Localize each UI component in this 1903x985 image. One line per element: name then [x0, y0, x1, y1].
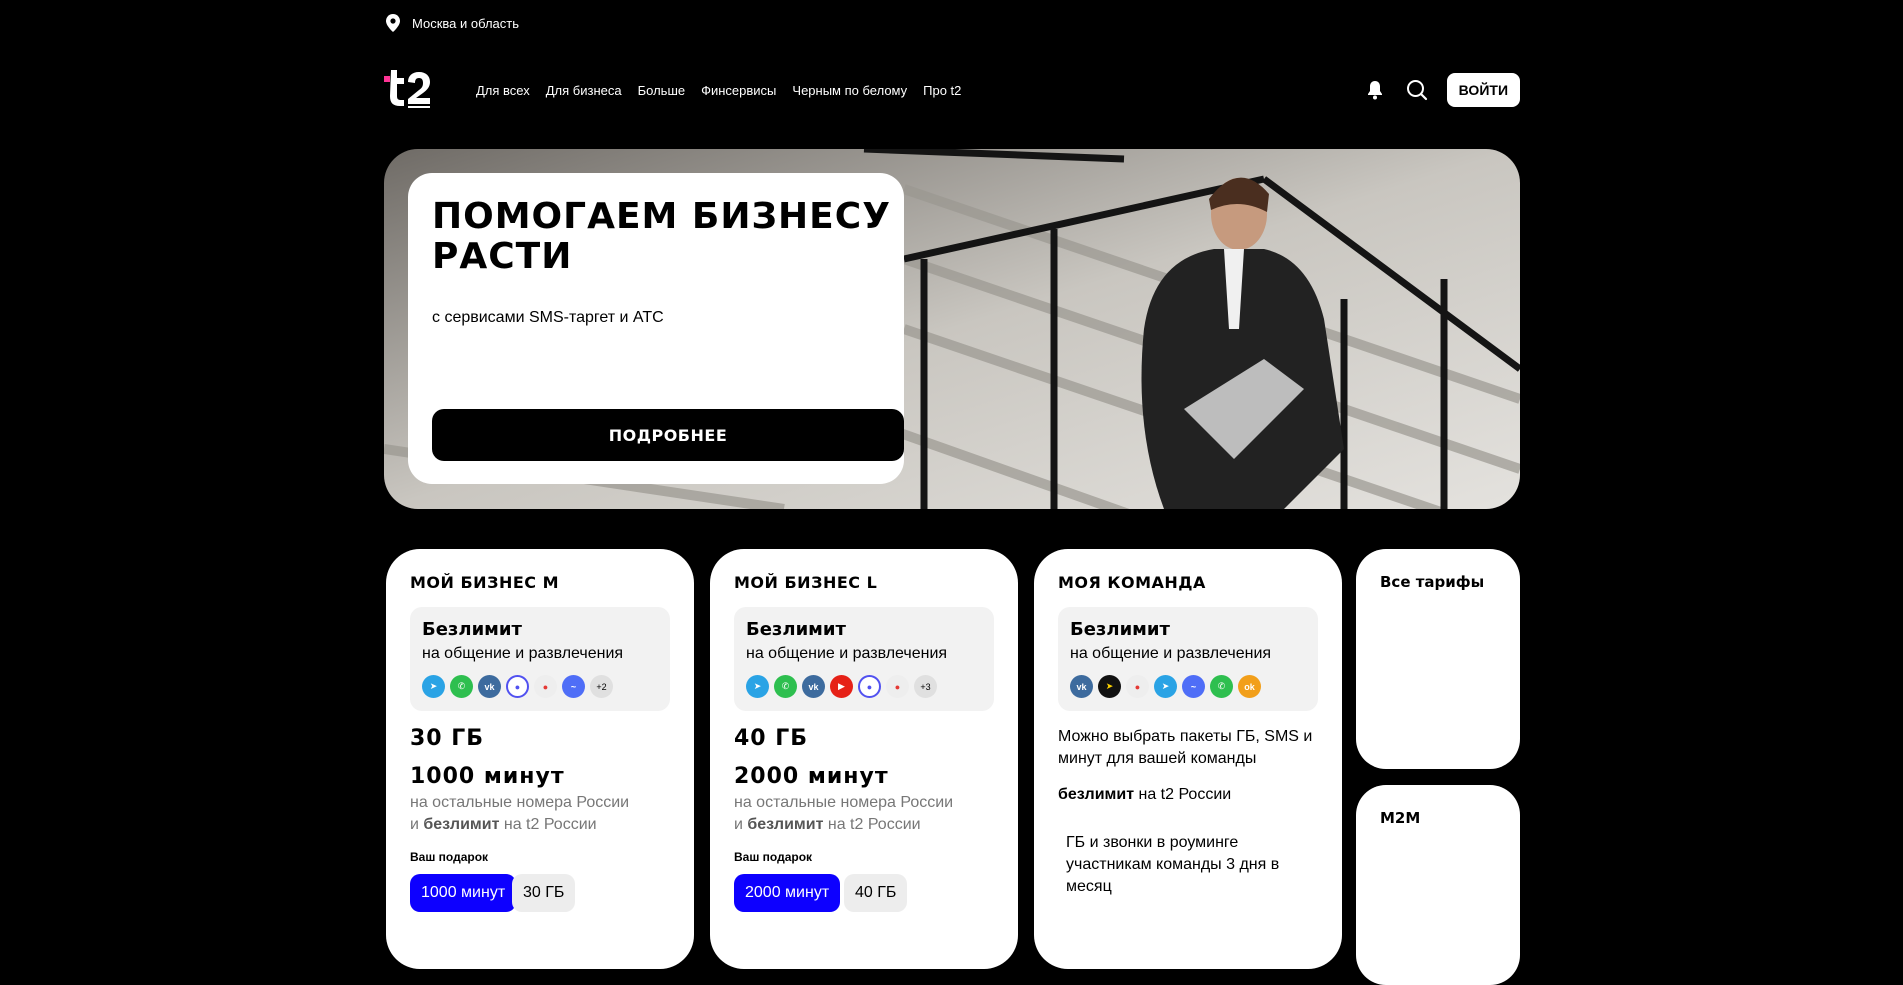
header: Для всех Для бизнеса Больше Финсервисы Ч… [384, 66, 1520, 114]
nav-item-all[interactable]: Для всех [476, 83, 530, 98]
ok-icon: ok [1238, 675, 1261, 698]
minutes-description: на остальные номера России и безлимит на… [410, 794, 630, 833]
app-icons: ➤ ✆ vk ● ● ~ +2 [422, 675, 613, 698]
gift-label: Ваш подарок [734, 850, 813, 864]
team-description: Можно выбрать пакеты ГБ, SMS и минут для… [1058, 728, 1313, 767]
hero-card: ПОМОГАЕМ БИЗНЕСУ РАСТИ с сервисами SMS-т… [408, 173, 904, 484]
whatsapp-icon: ✆ [450, 675, 473, 698]
messenger-icon: ~ [1182, 675, 1205, 698]
more-apps-badge: +2 [590, 675, 613, 698]
unlimited-title: Безлимит [746, 619, 846, 640]
m2m-card[interactable]: M2M [1356, 785, 1520, 985]
tariff-card-business-m[interactable]: МОЙ БИЗНЕС М Безлимит на общение и развл… [386, 549, 694, 969]
minutes-amount: 1000 минут [410, 764, 565, 789]
region-selector[interactable]: Москва и область [384, 12, 519, 34]
tariff-name: МОЯ КОМАНДА [1058, 573, 1206, 592]
unlimited-block: Безлимит на общение и развлечения ➤ ✆ vk… [734, 607, 994, 711]
nav-item-finservices[interactable]: Финсервисы [701, 83, 776, 98]
location-pin-icon [386, 14, 400, 32]
gift-option-gb[interactable]: 40 ГБ [844, 874, 908, 912]
app-icons: ➤ ✆ vk ▶ ● ● +3 [746, 675, 937, 698]
vk-icon: vk [478, 675, 501, 698]
nav-item-black-on-white[interactable]: Черным по белому [792, 83, 907, 98]
nav-item-business[interactable]: Для бизнеса [546, 83, 622, 98]
max-icon: ● [506, 675, 529, 698]
telegram-icon: ➤ [746, 675, 769, 698]
maps-pin-icon: ● [1126, 675, 1149, 698]
unlimited-subtitle: на общение и развлечения [1070, 645, 1272, 662]
app-icons: vk ➤ ● ➤ ~ ✆ ok [1070, 675, 1261, 698]
region-label: Москва и область [412, 15, 520, 31]
search-icon[interactable] [1405, 78, 1429, 102]
tariff-card-business-l[interactable]: МОЙ БИЗНЕС L Безлимит на общение и развл… [710, 549, 1018, 969]
hero-subtitle: с сервисами SMS-таргет и АТС [432, 309, 664, 326]
t2-logo[interactable] [384, 68, 442, 112]
unlimited-title: Безлимит [1070, 619, 1170, 640]
youtube-icon: ▶ [830, 675, 853, 698]
telegram-icon: ➤ [1154, 675, 1177, 698]
maps-pin-icon: ● [886, 675, 909, 698]
data-amount: 40 ГБ [734, 726, 809, 751]
whatsapp-icon: ✆ [1210, 675, 1233, 698]
unlimited-block: Безлимит на общение и развлечения vk ➤ ●… [1058, 607, 1318, 711]
unlimited-subtitle: на общение и развлечения [746, 645, 948, 662]
more-apps-badge: +3 [914, 675, 937, 698]
maps-pin-icon: ● [534, 675, 557, 698]
messenger-icon: ~ [562, 675, 585, 698]
navigator-icon: ➤ [1098, 675, 1121, 698]
team-unlimited: безлимит на t2 России [1058, 786, 1232, 803]
bell-icon[interactable] [1363, 78, 1387, 102]
hero-banner: ПОМОГАЕМ БИЗНЕСУ РАСТИ с сервисами SMS-т… [384, 149, 1520, 509]
data-amount: 30 ГБ [410, 726, 485, 751]
login-button[interactable]: ВОЙТИ [1446, 73, 1520, 107]
main-nav: Для всех Для бизнеса Больше Финсервисы Ч… [476, 83, 961, 98]
all-tariffs-card[interactable]: Все тарифы [1356, 549, 1520, 769]
minutes-description: на остальные номера России и безлимит на… [734, 794, 954, 833]
unlimited-title: Безлимит [422, 619, 522, 640]
details-button[interactable]: ПОДРОБНЕЕ [432, 409, 904, 461]
minutes-amount: 2000 минут [734, 764, 889, 789]
tariff-name: МОЙ БИЗНЕС М [410, 573, 559, 592]
nav-item-about[interactable]: Про t2 [923, 83, 961, 98]
vk-icon: vk [802, 675, 825, 698]
max-icon: ● [858, 675, 881, 698]
hero-title: ПОМОГАЕМ БИЗНЕСУ РАСТИ [432, 196, 891, 277]
whatsapp-icon: ✆ [774, 675, 797, 698]
nav-item-more[interactable]: Больше [638, 83, 686, 98]
gift-option-minutes[interactable]: 1000 минут [410, 874, 517, 912]
unlimited-block: Безлимит на общение и развлечения ➤ ✆ vk… [410, 607, 670, 711]
gift-option-gb[interactable]: 30 ГБ [512, 874, 576, 912]
tariff-card-my-team[interactable]: МОЯ КОМАНДА Безлимит на общение и развле… [1034, 549, 1342, 969]
team-roaming: ГБ и звонки в роуминге участникам команд… [1066, 834, 1280, 895]
all-tariffs-title: Все тарифы [1380, 573, 1485, 591]
unlimited-subtitle: на общение и развлечения [422, 645, 624, 662]
vk-icon: vk [1070, 675, 1093, 698]
m2m-title: M2M [1380, 809, 1421, 827]
gift-label: Ваш подарок [410, 850, 489, 864]
gift-option-minutes[interactable]: 2000 минут [734, 874, 841, 912]
tariff-name: МОЙ БИЗНЕС L [734, 573, 878, 592]
telegram-icon: ➤ [422, 675, 445, 698]
